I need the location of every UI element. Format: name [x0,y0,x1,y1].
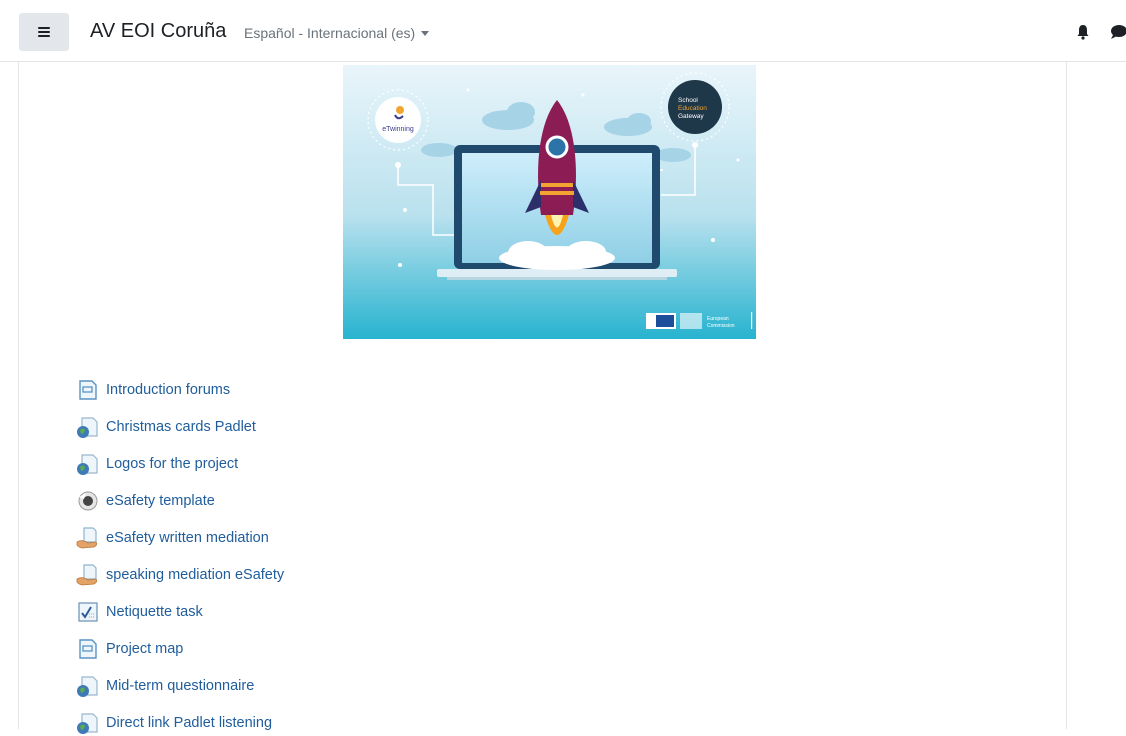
activity-link[interactable]: eSafety template [106,493,215,509]
drawer-toggle-button[interactable] [19,13,69,51]
activity-link[interactable]: Christmas cards Padlet [106,419,256,435]
forum-icon [79,639,97,659]
top-navbar: AV EOI Coruña Español - Internacional (e… [0,0,1126,62]
activity-item[interactable]: Introduction forums [76,377,230,403]
activity-link[interactable]: Introduction forums [106,382,230,398]
assignment-hand-icon [76,564,98,586]
banner-footer-line2: Commission [707,323,735,329]
url-globe-icon [77,713,98,734]
activity-link[interactable]: eSafety written mediation [106,530,269,546]
quiz-icon [78,491,98,511]
language-label: Español - Internacional (es) [244,25,416,41]
banner-badge-etwinning: eTwinning [382,126,414,133]
forum-icon [79,380,97,400]
activity-item[interactable]: Project map [76,636,183,662]
activity-item[interactable]: Mid-term questionnaire [76,673,254,699]
project-banner-image: eTwinning School Education Gateway Europ… [343,65,756,339]
language-menu[interactable]: Español - Internacional (es) [244,25,430,41]
checklist-icon [78,602,98,622]
bell-icon[interactable] [1076,24,1090,40]
activity-link[interactable]: Mid-term questionnaire [106,678,254,694]
activity-item[interactable]: Christmas cards Padlet [76,414,256,440]
caret-down-icon [421,31,430,36]
activity-link[interactable]: Logos for the project [106,456,238,472]
activity-item[interactable]: eSafety written mediation [76,525,269,551]
url-globe-icon [77,676,98,697]
activity-link[interactable]: speaking mediation eSafety [106,567,284,583]
activity-item[interactable]: eSafety template [76,488,215,514]
banner-badge-school-line2: Education [678,105,707,112]
activity-link[interactable]: Project map [106,641,183,657]
chat-icon[interactable] [1110,24,1126,40]
assignment-hand-icon [76,527,98,549]
banner-footer-line1: European [707,316,729,322]
banner-badge-school-line1: School [678,97,698,104]
url-globe-icon [77,454,98,475]
activity-link[interactable]: Netiquette task [106,604,203,620]
activity-item[interactable]: Netiquette task [76,599,203,625]
activity-item[interactable]: speaking mediation eSafety [76,562,284,588]
menu-icon [38,27,50,37]
activity-item[interactable]: Logos for the project [76,451,238,477]
url-globe-icon [77,417,98,438]
site-name[interactable]: AV EOI Coruña [90,20,226,43]
activity-item[interactable]: Direct link Padlet listening [76,710,272,736]
banner-badge-school-line3: Gateway [678,113,704,120]
